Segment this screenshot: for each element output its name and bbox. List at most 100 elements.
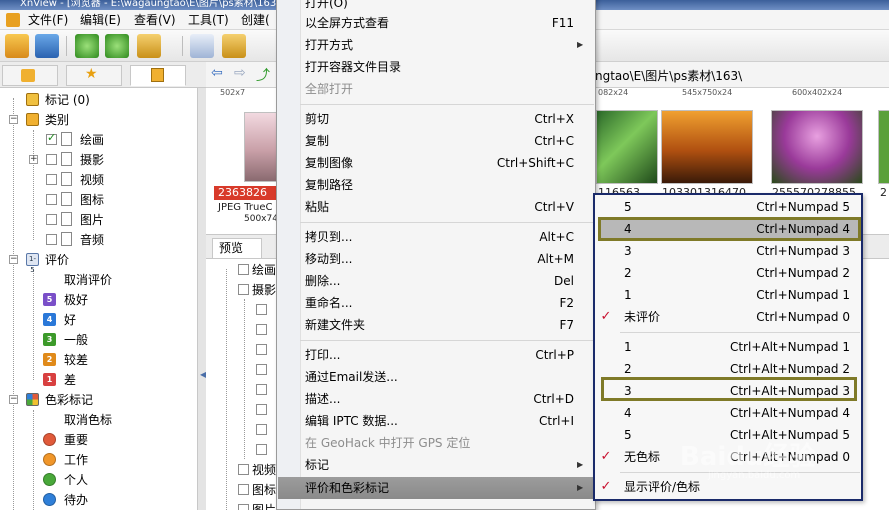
category-checkbox[interactable]: [256, 404, 267, 415]
export-icon[interactable]: [222, 34, 246, 58]
category-checkbox[interactable]: [238, 484, 249, 495]
menu-item-paste[interactable]: 粘贴: [305, 197, 329, 217]
menu-item-describe[interactable]: 描述...: [305, 389, 340, 409]
up-folder-icon[interactable]: ⤴: [256, 65, 270, 85]
category-checkbox[interactable]: [46, 131, 57, 145]
category-checkbox[interactable]: [46, 214, 57, 225]
tree-item-color-option[interactable]: 工作: [64, 450, 88, 470]
properties-icon[interactable]: [190, 34, 214, 58]
tab-categories[interactable]: [130, 65, 186, 86]
category-checkbox[interactable]: [46, 154, 57, 165]
panel-splitter[interactable]: [198, 88, 206, 510]
submenu-item-color[interactable]: 1: [624, 337, 632, 357]
menu-item-rename[interactable]: 重命名...: [305, 293, 352, 313]
tree-item-category[interactable]: 摄影: [80, 150, 104, 170]
fullscreen-icon[interactable]: [35, 34, 59, 58]
tree-item-rating-option[interactable]: 一般: [64, 330, 88, 350]
category-checkbox[interactable]: [238, 284, 249, 295]
tree-item-rating-option[interactable]: 较差: [64, 350, 88, 370]
tree-item-category[interactable]: 摄影: [252, 280, 276, 300]
menu-item-fullscreen[interactable]: 以全屏方式查看: [305, 13, 389, 33]
menu-item-delete[interactable]: 删除...: [305, 271, 340, 291]
tree-item-color-option[interactable]: 个人: [64, 470, 88, 490]
refresh-icon[interactable]: [75, 34, 99, 58]
submenu-item-color[interactable]: 2: [624, 359, 632, 379]
category-checkbox[interactable]: [238, 504, 249, 510]
browser-icon[interactable]: [5, 34, 29, 58]
menu-tools[interactable]: 工具(T): [188, 12, 229, 28]
menu-item-cut[interactable]: 剪切: [305, 109, 329, 129]
tree-item-rating-option[interactable]: 极好: [64, 290, 88, 310]
category-checkbox[interactable]: [256, 344, 267, 355]
folder-move-icon[interactable]: [137, 34, 161, 58]
category-checkbox[interactable]: [46, 194, 57, 205]
submenu-item-color[interactable]: 4: [624, 403, 632, 423]
collapse-icon[interactable]: −: [9, 255, 18, 264]
tree-item-color-option[interactable]: 重要: [64, 430, 88, 450]
tree-item-categories[interactable]: 类别: [45, 110, 69, 130]
menu-item-open-container[interactable]: 打开容器文件目录: [305, 57, 401, 77]
tree-item-category[interactable]: 音频: [80, 230, 104, 250]
menu-item-new-folder[interactable]: 新建文件夹: [305, 315, 365, 335]
tab-preview[interactable]: 预览: [212, 238, 262, 258]
menu-item-print[interactable]: 打印...: [305, 345, 340, 365]
thumbnail-image[interactable]: [771, 110, 863, 184]
menu-view[interactable]: 查看(V): [134, 12, 176, 28]
menu-item-open-all[interactable]: 全部打开: [305, 79, 353, 99]
submenu-item-rating[interactable]: 2: [624, 263, 632, 283]
submenu-item-rating[interactable]: 3: [624, 241, 632, 261]
menu-item-geohack[interactable]: 在 GeoHack 中打开 GPS 定位: [305, 433, 470, 453]
collapse-icon[interactable]: −: [9, 115, 18, 124]
category-checkbox[interactable]: [256, 324, 267, 335]
tree-item-category[interactable]: 图片: [252, 500, 276, 510]
menu-item-open-with[interactable]: 打开方式: [305, 35, 353, 55]
menu-item-tag[interactable]: 标记: [305, 455, 329, 475]
category-checkbox[interactable]: [238, 264, 249, 275]
menu-item-move-to[interactable]: 移动到...: [305, 249, 352, 269]
menu-create[interactable]: 创建(: [241, 12, 270, 28]
category-checkbox[interactable]: [256, 424, 267, 435]
submenu-item-no-color[interactable]: 无色标: [624, 447, 660, 467]
menu-item-copy-to[interactable]: 拷贝到...: [305, 227, 352, 247]
menu-item-rating-color[interactable]: 评价和色彩标记: [305, 478, 389, 498]
tree-item-category[interactable]: 视频: [252, 460, 276, 480]
tree-item-color-labels[interactable]: 色彩标记: [45, 390, 93, 410]
address-path[interactable]: ngtao\E\图片\ps素材\163\: [595, 67, 742, 85]
menu-item-copy-path[interactable]: 复制路径: [305, 175, 353, 195]
tree-item-color-option[interactable]: 取消色标: [64, 410, 112, 430]
menu-item-open[interactable]: 打开(O): [305, 0, 348, 13]
menu-item-copy[interactable]: 复制: [305, 131, 329, 151]
category-checkbox[interactable]: [256, 444, 267, 455]
tree-item-color-option[interactable]: 待办: [64, 490, 88, 510]
menu-item-copy-image[interactable]: 复制图像: [305, 153, 353, 173]
menu-item-send-email[interactable]: 通过Email发送...: [305, 367, 398, 387]
tree-item-category[interactable]: 图片: [80, 210, 104, 230]
tree-item-rating-option[interactable]: 差: [64, 370, 76, 390]
collapse-icon[interactable]: −: [9, 395, 18, 404]
back-arrow-icon[interactable]: ⇦: [211, 65, 223, 81]
submenu-item-show-rating[interactable]: 显示评价/色标: [624, 477, 700, 497]
thumbnail-image[interactable]: [661, 110, 753, 184]
tree-item-rating-option[interactable]: 取消评价: [64, 270, 112, 290]
submenu-item-rating[interactable]: 1: [624, 285, 632, 305]
tree-item-rating-option[interactable]: 好: [64, 310, 76, 330]
forward-arrow-icon[interactable]: ⇨: [234, 65, 246, 81]
thumbnail-image[interactable]: [878, 110, 889, 184]
submenu-item-no-rating[interactable]: 未评价: [624, 307, 660, 327]
rotate-icon[interactable]: [105, 34, 129, 58]
tree-item-category[interactable]: 图标: [252, 480, 276, 500]
tree-item-category[interactable]: 绘画: [80, 130, 104, 150]
submenu-item-color[interactable]: 5: [624, 425, 632, 445]
submenu-item-rating[interactable]: 5: [624, 197, 632, 217]
selected-filename[interactable]: 2363826: [214, 186, 276, 200]
tree-item-rating[interactable]: 评价: [45, 250, 69, 270]
tab-folders[interactable]: [2, 65, 58, 86]
category-checkbox[interactable]: [256, 304, 267, 315]
category-checkbox[interactable]: [238, 464, 249, 475]
tree-item-category[interactable]: 绘画: [252, 260, 276, 280]
thumbnail-image[interactable]: [596, 110, 658, 184]
menu-file[interactable]: 文件(F): [28, 12, 68, 28]
category-checkbox[interactable]: [256, 364, 267, 375]
menu-item-edit-iptc[interactable]: 编辑 IPTC 数据...: [305, 411, 398, 431]
category-checkbox[interactable]: [46, 174, 57, 185]
